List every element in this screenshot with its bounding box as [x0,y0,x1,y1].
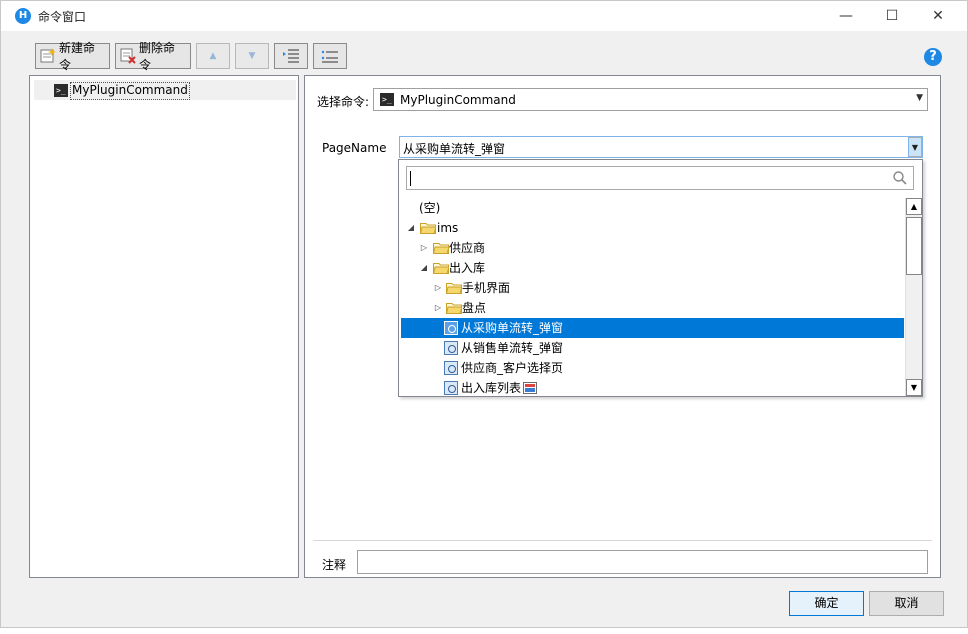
page-tree: (空) ◢ ims ▷ 供应商 ◢ 出入库 ▷ 手机界面 ▷ 盘点 从采购单流转… [401,198,904,396]
new-command-label: 新建命令 [59,41,96,72]
title-bar[interactable]: H 命令窗口 — ☐ ✕ [1,1,967,31]
list-item[interactable]: (空) [401,198,904,218]
select-command-label: 选择命令: [317,95,370,109]
folder-icon [446,283,462,294]
list-item[interactable]: ◢ ims [401,218,904,238]
app-logo-icon: H [15,8,31,24]
note-label: 注释 [322,558,347,572]
chevron-down-icon[interactable]: ▼ [908,137,922,157]
close-button[interactable]: ✕ [915,1,961,31]
list-item[interactable]: ◢ 出入库 [401,258,904,278]
console-icon: >_ [54,84,68,97]
command-tree-item-label: MyPluginCommand [70,82,190,100]
arrow-down-icon: ▼ [248,51,256,61]
list-item[interactable]: 供应商_客户选择页 [401,358,904,378]
list-item[interactable]: ▷ 供应商 [401,238,904,258]
outdent-button[interactable] [313,43,347,69]
move-up-button[interactable]: ▲ [196,43,230,69]
help-icon[interactable]: ? [924,48,942,66]
folder-icon [420,223,436,234]
expanded-arrow-icon[interactable]: ◢ [406,218,416,238]
delete-command-icon [120,48,136,64]
scroll-down-arrow-icon[interactable]: ▼ [906,379,922,396]
arrow-up-icon: ▲ [209,51,217,61]
ok-button[interactable]: 确定 [789,591,864,616]
command-window: H 命令窗口 — ☐ ✕ 新建命令 删除命令 ▲ ▼ ? >_ MyPlugin… [0,0,968,628]
search-input[interactable] [406,166,914,190]
page-icon [444,321,458,335]
cancel-button[interactable]: 取消 [869,591,944,616]
move-down-button[interactable]: ▼ [235,43,269,69]
list-item-selected[interactable]: 从采购单流转_弹窗 [401,318,904,338]
folder-icon [446,303,462,314]
scroll-up-arrow-icon[interactable]: ▲ [906,198,922,215]
folder-icon [433,243,449,254]
indent-button[interactable] [274,43,308,69]
outdent-icon [321,50,338,63]
console-icon: >_ [380,93,394,106]
list-item[interactable]: ▷ 手机界面 [401,278,904,298]
list-item[interactable]: ▷ 盘点 [401,298,904,318]
collapsed-arrow-icon[interactable]: ▷ [419,238,429,258]
indent-icon [283,49,299,63]
command-tree-item[interactable]: >_ MyPluginCommand [34,80,296,100]
collapsed-arrow-icon[interactable]: ▷ [433,278,443,298]
minimize-button[interactable]: — [823,1,869,31]
command-select[interactable]: >_ MyPluginCommand ▼ [373,88,928,111]
note-input[interactable] [357,550,928,574]
window-title: 命令窗口 [38,10,87,24]
command-tree-panel: >_ MyPluginCommand [29,75,299,578]
delete-command-label: 删除命令 [139,41,176,72]
list-page-badge-icon [523,382,538,394]
delete-command-button[interactable]: 删除命令 [115,41,191,72]
list-item[interactable]: 出入库列表 [401,378,904,396]
scrollbar-thumb[interactable] [906,217,922,275]
new-command-icon [40,48,56,64]
chevron-down-icon: ▼ [916,93,923,103]
collapsed-arrow-icon[interactable]: ▷ [433,298,443,318]
command-select-value: MyPluginCommand [400,93,516,107]
page-name-label: PageName [322,141,387,155]
search-icon [893,171,907,185]
list-item[interactable]: 从销售单流转_弹窗 [401,338,904,358]
dropdown-scrollbar[interactable]: ▲ ▼ [905,198,922,396]
new-command-button[interactable]: 新建命令 [35,41,110,72]
divider [313,540,932,541]
expanded-arrow-icon[interactable]: ◢ [419,258,429,278]
page-name-value: 从采购单流转_弹窗 [403,142,506,156]
page-name-dropdown: (空) ◢ ims ▷ 供应商 ◢ 出入库 ▷ 手机界面 ▷ 盘点 从采购单流转… [398,159,923,397]
page-icon [444,381,458,395]
folder-icon [433,263,449,274]
page-icon [444,361,458,375]
page-name-combobox[interactable]: 从采购单流转_弹窗 ▼ [399,136,923,158]
page-icon [444,341,458,355]
maximize-button[interactable]: ☐ [869,1,915,31]
text-caret [410,171,411,186]
